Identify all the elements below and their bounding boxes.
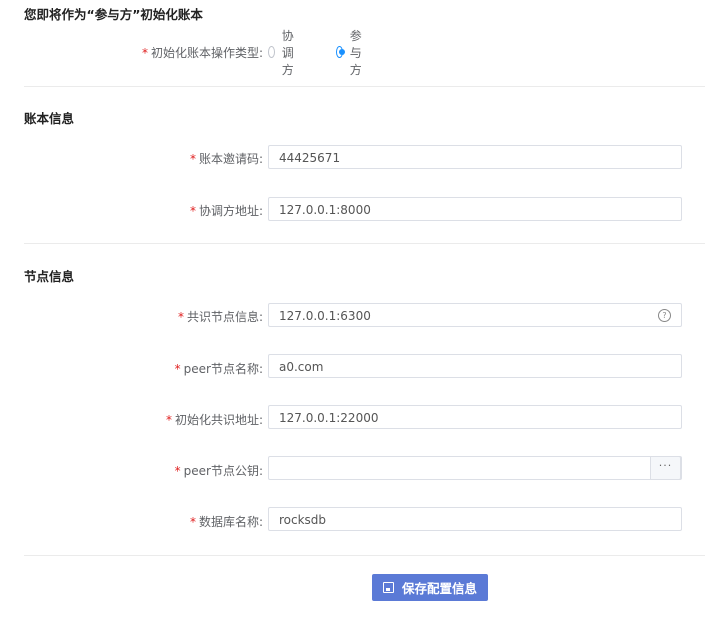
db-name-input[interactable]: rocksdb [268,507,682,531]
consensus-node-label: * 共识节点信息: [177,310,263,324]
help-circle-icon[interactable]: ? [658,309,671,322]
section-divider [24,86,705,87]
coordinator-address-label: * 协调方地址: [189,204,263,218]
radio-circle-unchecked[interactable] [268,46,275,58]
section-title-ledger: 账本信息 [24,111,75,126]
required-mark: * [141,46,148,60]
coordinator-address-input[interactable]: 127.0.0.1:8000 [268,197,682,221]
peer-name-label: * peer节点名称: [174,362,263,376]
page-title: 您即将作为“参与方”初始化账本 [24,7,203,22]
consensus-node-input[interactable]: 127.0.0.1:6300 ? [268,303,682,327]
peer-public-key-label: * peer节点公钥: [174,464,263,478]
radio-circle-checked[interactable] [336,46,345,58]
more-options-button[interactable]: ··· [650,456,681,480]
radio-participant[interactable]: 参与方 [336,29,367,77]
init-consensus-address-input[interactable]: 127.0.0.1:22000 [268,405,682,429]
save-icon [382,582,394,593]
invite-code-input[interactable]: 44425671 [268,145,682,169]
section-title-node: 节点信息 [24,269,75,284]
init-consensus-address-label: * 初始化共识地址: [165,413,263,427]
peer-name-input[interactable]: a0.com [268,354,682,378]
save-config-button[interactable]: 保存配置信息 [372,574,488,601]
section-divider [24,243,705,244]
invite-code-label: * 账本邀请码: [189,152,263,166]
peer-public-key-input[interactable]: ··· [268,456,682,480]
init-type-label: * 初始化账本操作类型: [141,46,263,60]
db-name-label: * 数据库名称: [189,515,263,529]
section-divider [24,555,705,556]
radio-coordinator[interactable]: 协调方 [268,29,299,77]
